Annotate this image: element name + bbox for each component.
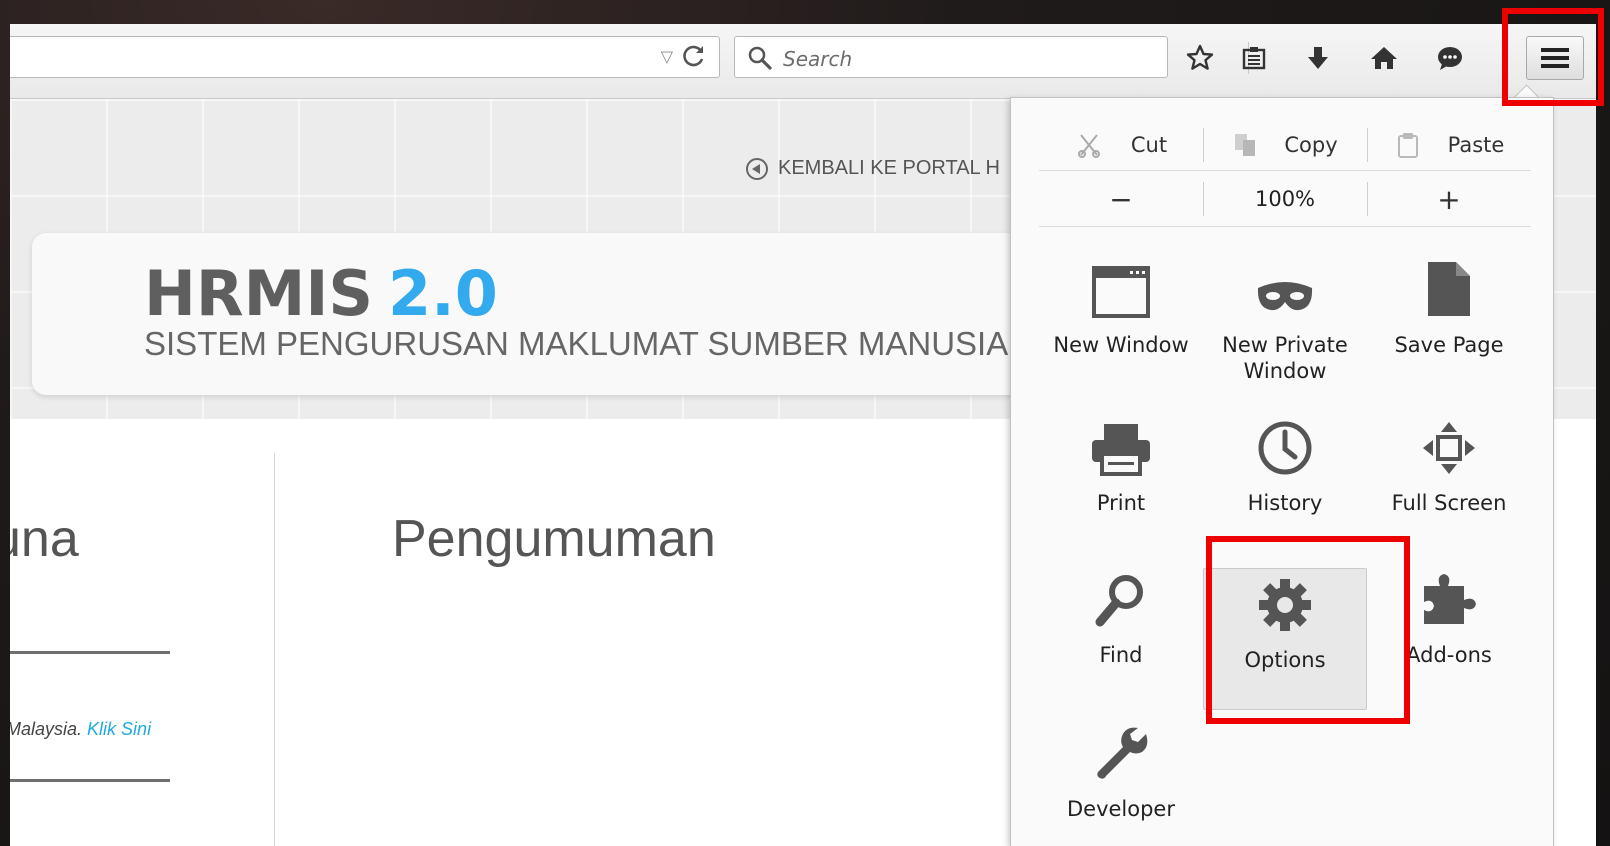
copy-icon xyxy=(1235,134,1256,156)
zoom-reset-button[interactable]: 100% xyxy=(1203,172,1367,226)
clipboard-icon xyxy=(1397,133,1418,158)
developer-button[interactable]: Developer xyxy=(1039,714,1203,846)
logo-banner: HRMIS 2.0 SISTEM PENGURUSAN MAKLUMAT SUM… xyxy=(32,233,1132,395)
notice-text: Malaysia. Klik Sini xyxy=(10,719,151,740)
browser-toolbar: ▽ Search xyxy=(10,24,1596,99)
save-page-label: Save Page xyxy=(1394,333,1504,357)
download-icon[interactable] xyxy=(1300,40,1336,76)
announcement-heading: Pengumuman xyxy=(392,510,716,568)
star-icon[interactable] xyxy=(1182,40,1218,76)
notice-text-body: Malaysia. xyxy=(10,719,83,739)
puzzle-icon xyxy=(1420,564,1478,628)
divider-rule xyxy=(10,651,170,654)
zoom-level: 100% xyxy=(1254,187,1316,211)
save-page-icon xyxy=(1426,254,1472,318)
chat-icon[interactable] xyxy=(1432,40,1468,76)
cut-label: Cut xyxy=(1130,133,1168,157)
reading-list-icon[interactable] xyxy=(1236,40,1272,76)
login-heading: una xyxy=(10,510,79,568)
column-divider xyxy=(274,453,275,846)
magnifier-icon xyxy=(1094,564,1148,628)
logo-subtitle: SISTEM PENGURUSAN MAKLUMAT SUMBER MANUSI… xyxy=(144,325,1009,362)
full-screen-label: Full Screen xyxy=(1391,491,1507,515)
search-icon xyxy=(747,45,773,75)
search-bar[interactable]: Search xyxy=(734,36,1168,78)
printer-icon xyxy=(1090,412,1152,476)
fullscreen-icon xyxy=(1421,412,1477,476)
find-label: Find xyxy=(1099,643,1143,667)
zoom-out-button[interactable]: − xyxy=(1039,172,1203,226)
history-label: History xyxy=(1247,491,1323,515)
add-ons-label: Add-ons xyxy=(1406,643,1492,667)
scissors-icon xyxy=(1077,134,1100,158)
notice-link[interactable]: Klik Sini xyxy=(87,719,151,739)
hrmis-logo: HRMIS 2.0 xyxy=(144,257,524,330)
paste-button[interactable]: Paste xyxy=(1367,120,1531,170)
new-private-window-button[interactable]: New Private Window xyxy=(1203,250,1367,400)
cut-button[interactable]: Cut xyxy=(1039,120,1203,170)
edit-controls-row: Cut Copy Paste xyxy=(1039,120,1531,171)
private-mask-icon xyxy=(1255,254,1315,318)
back-link-label: KEMBALI KE PORTAL H xyxy=(778,157,1000,179)
copy-label: Copy xyxy=(1284,133,1338,157)
menu-button-highlight xyxy=(1502,8,1604,106)
zoom-in-label: + xyxy=(1437,182,1461,216)
developer-label: Developer xyxy=(1066,797,1175,821)
home-icon[interactable] xyxy=(1366,40,1402,76)
save-page-button[interactable]: Save Page xyxy=(1367,250,1531,400)
copy-button[interactable]: Copy xyxy=(1203,120,1367,170)
zoom-in-button[interactable]: + xyxy=(1367,172,1531,226)
address-bar[interactable]: ▽ xyxy=(10,36,720,78)
svg-text:HRMIS: HRMIS xyxy=(144,263,373,323)
paste-label: Paste xyxy=(1447,133,1505,157)
url-history-dropdown-icon[interactable]: ▽ xyxy=(661,47,673,66)
svg-text:2.0: 2.0 xyxy=(388,263,498,323)
new-window-icon xyxy=(1092,254,1150,318)
new-window-label: New Window xyxy=(1053,333,1189,357)
clock-icon xyxy=(1257,412,1313,476)
divider-rule xyxy=(10,779,170,782)
new-private-window-label: New Private Window xyxy=(1222,333,1348,383)
new-window-button[interactable]: New Window xyxy=(1039,250,1203,400)
print-button[interactable]: Print xyxy=(1039,408,1203,558)
search-placeholder: Search xyxy=(783,47,853,71)
back-to-portal-link[interactable]: KEMBALI KE PORTAL H xyxy=(746,157,1000,180)
back-arrow-icon xyxy=(746,157,768,180)
zoom-out-label: − xyxy=(1109,182,1133,216)
wrench-icon xyxy=(1092,718,1150,782)
menu-panel: Cut Copy Paste − 100% + New Window New P… xyxy=(1010,97,1554,846)
options-highlight xyxy=(1206,536,1410,724)
reload-icon[interactable] xyxy=(681,43,707,73)
zoom-controls-row: − 100% + xyxy=(1039,172,1531,227)
find-button[interactable]: Find xyxy=(1039,560,1203,710)
print-label: Print xyxy=(1096,491,1146,515)
